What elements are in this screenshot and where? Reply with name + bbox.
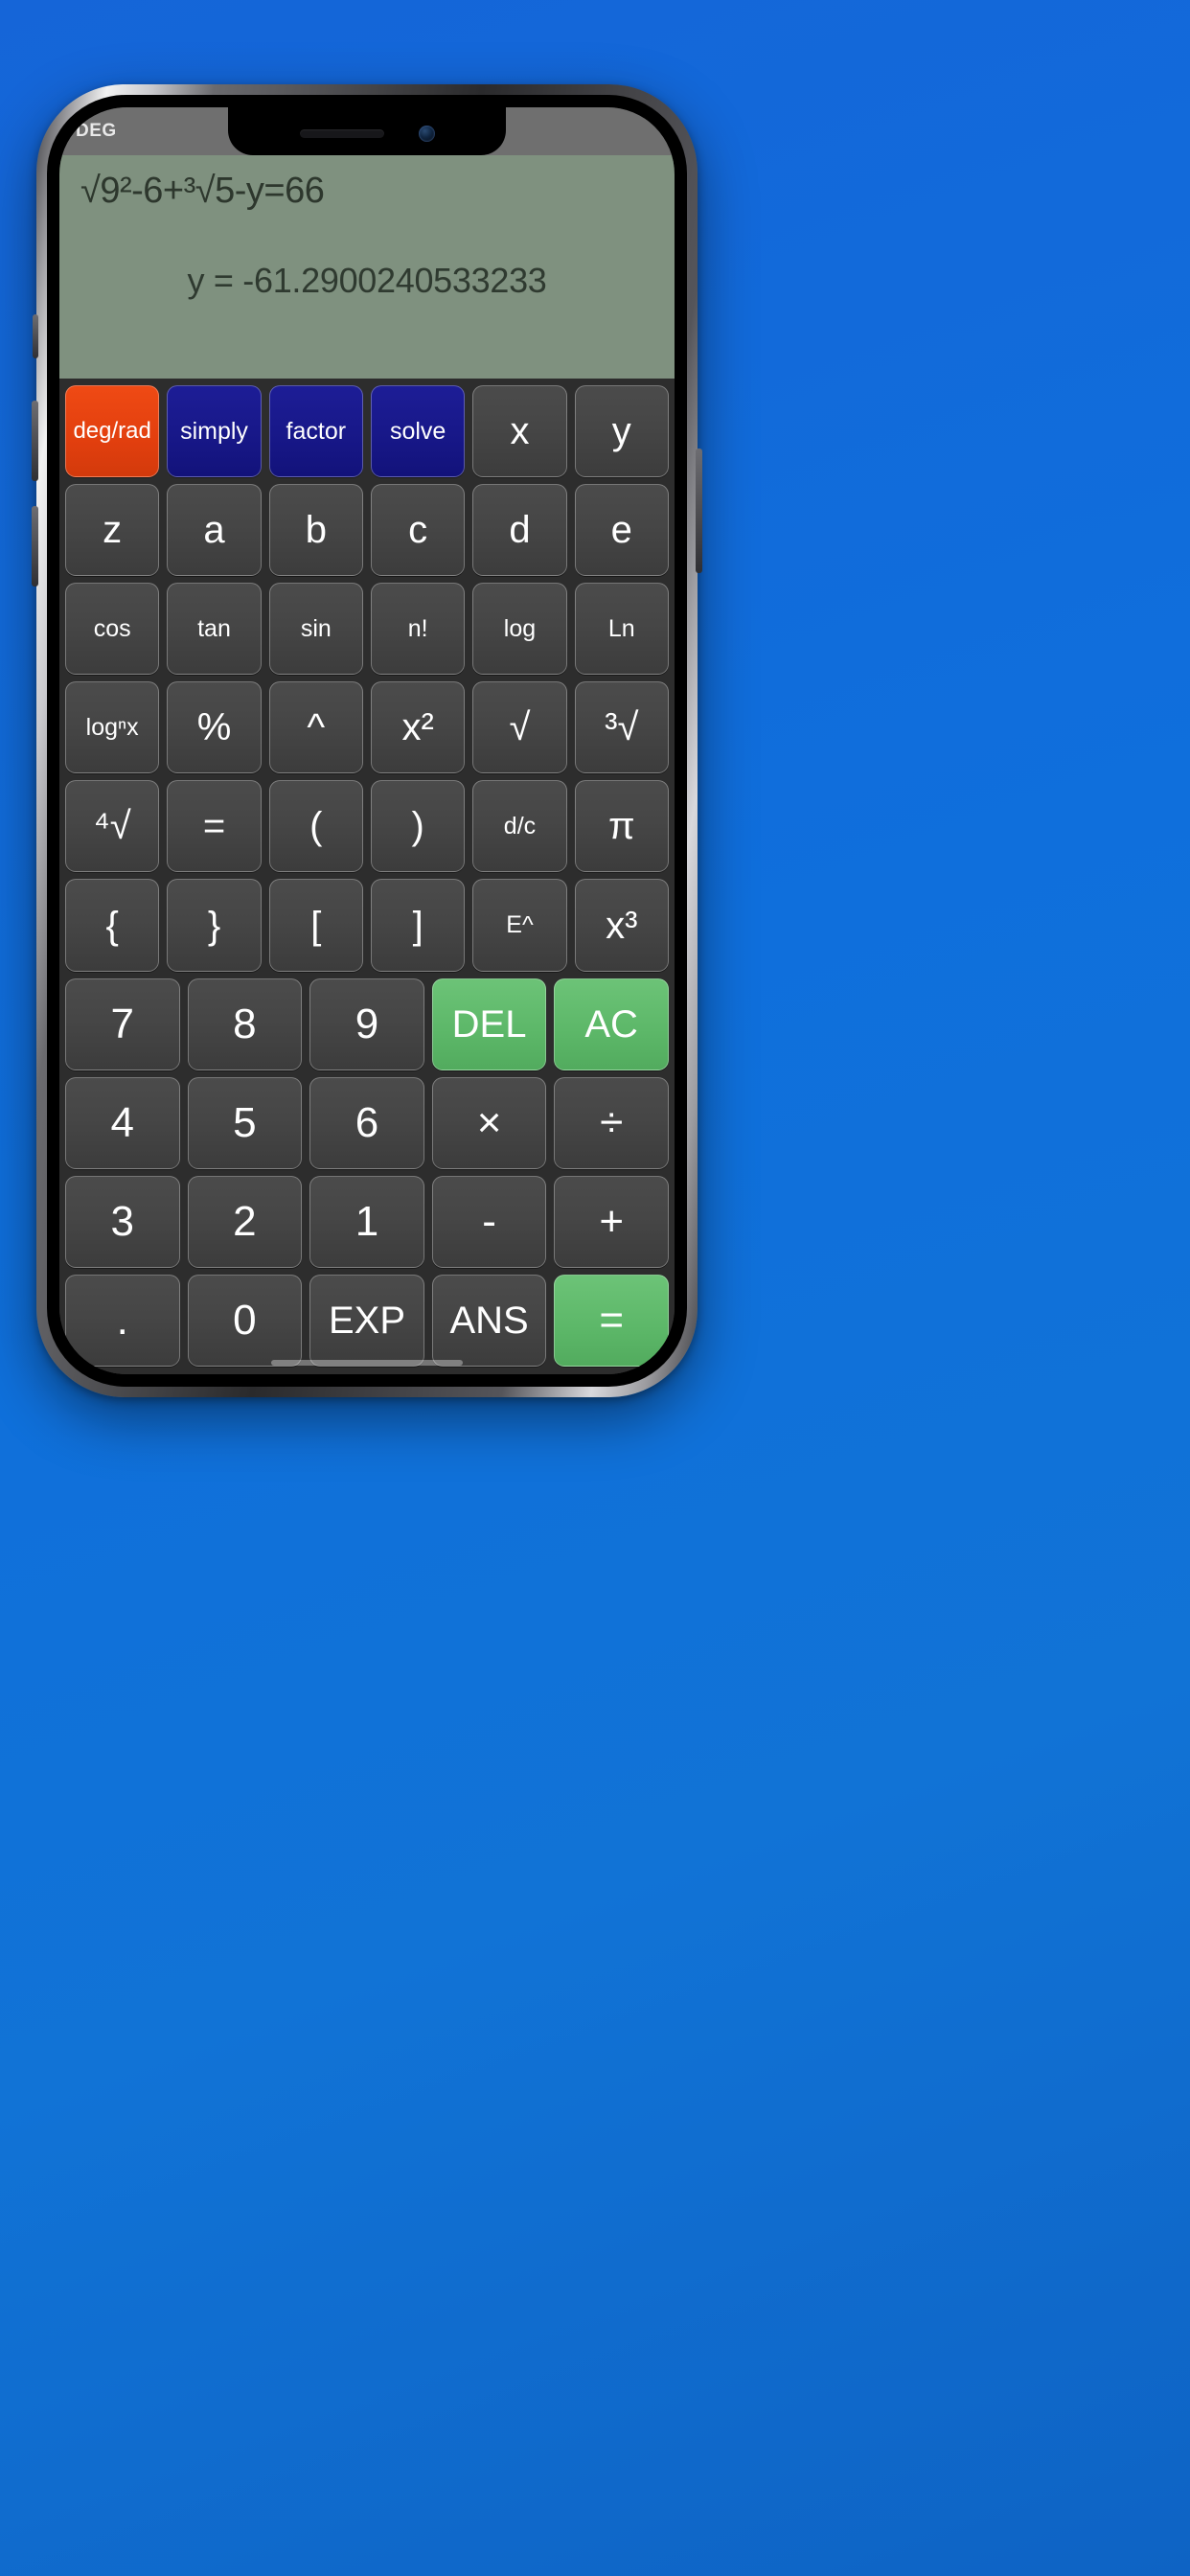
key-row: 3 2 1- + [65, 1175, 669, 1268]
key-row: 4 5 6 × ÷ [65, 1076, 669, 1169]
key-x-cubed[interactable]: x³ [574, 879, 669, 972]
key-square-root[interactable]: √ [472, 681, 567, 774]
key-4[interactable]: 4 [65, 1076, 180, 1169]
key-row: {}[] E^ x³ [65, 879, 669, 972]
key-brace-close[interactable]: } [167, 879, 262, 972]
key-log-n-x[interactable]: logⁿx [65, 681, 160, 774]
home-indicator[interactable] [271, 1360, 463, 1366]
key-row: 7 8 9 DEL AC [65, 978, 669, 1070]
key-9[interactable]: 9 [309, 978, 424, 1070]
calculator-display[interactable]: √9²-6+³√5-y=66 y = -61.2900240533233 [59, 155, 675, 379]
volume-down-button[interactable] [32, 506, 38, 586]
key-var-z[interactable]: z [65, 484, 160, 577]
key-ac[interactable]: AC [554, 978, 669, 1070]
earpiece-speaker-icon [299, 128, 384, 138]
key-bracket-open[interactable]: [ [268, 879, 363, 972]
key-6[interactable]: 6 [309, 1076, 424, 1169]
key-1[interactable]: 1 [309, 1175, 424, 1268]
key-var-d[interactable]: d [472, 484, 567, 577]
key-row: ⁴√ =() d/c π [65, 780, 669, 873]
key-row: cos tan sin n! log Ln [65, 583, 669, 676]
key-paren-close[interactable]: ) [370, 780, 466, 873]
key-sin[interactable]: sin [268, 583, 363, 676]
key-2[interactable]: 2 [187, 1175, 303, 1268]
key-divide[interactable]: ÷ [554, 1076, 669, 1169]
key-equals-insert[interactable]: = [167, 780, 262, 873]
key-var-e[interactable]: e [574, 484, 669, 577]
keypad: deg/rad simply factor solve x y z a b c d e cos tan si… [59, 379, 675, 1374]
key-power[interactable]: ^ [268, 681, 363, 774]
key-solve[interactable]: solve [370, 385, 466, 478]
key-pi[interactable]: π [574, 780, 669, 873]
phone-bezel: DEG √9²-6+³√5-y=66 y = -61.2900240533233… [47, 95, 687, 1387]
key-decimal-point[interactable]: . [65, 1274, 180, 1367]
key-factor[interactable]: factor [268, 385, 363, 478]
key-0[interactable]: 0 [187, 1274, 303, 1367]
key-brace-open[interactable]: { [65, 879, 160, 972]
key-x-squared[interactable]: x² [370, 681, 466, 774]
key-factorial[interactable]: n! [370, 583, 466, 676]
key-5[interactable]: 5 [187, 1076, 303, 1169]
key-row: deg/rad simply factor solve x y [65, 385, 669, 478]
key-multiply[interactable]: × [431, 1076, 547, 1169]
calculator-app: DEG √9²-6+³√5-y=66 y = -61.2900240533233… [59, 107, 675, 1374]
key-e-power[interactable]: E^ [472, 879, 567, 972]
volume-up-button[interactable] [32, 401, 38, 481]
key-bracket-close[interactable]: ] [370, 879, 466, 972]
power-button[interactable] [696, 448, 702, 573]
key-ans[interactable]: ANS [431, 1274, 547, 1367]
key-row: logⁿx% ^ x² √ ³√ [65, 681, 669, 774]
key-decimal-fraction[interactable]: d/c [472, 780, 567, 873]
front-camera-icon [418, 125, 435, 142]
key-tan[interactable]: tan [167, 583, 262, 676]
expression-text: √9²-6+³√5-y=66 [80, 171, 325, 211]
key-var-c[interactable]: c [370, 484, 466, 577]
key-row: zabcde [65, 484, 669, 577]
notch [228, 107, 506, 155]
key-minus[interactable]: - [431, 1175, 547, 1268]
key-cos[interactable]: cos [65, 583, 160, 676]
key-var-a[interactable]: a [167, 484, 262, 577]
key-ln[interactable]: Ln [574, 583, 669, 676]
result-text: y = -61.2900240533233 [187, 260, 547, 300]
phone-screen: DEG √9²-6+³√5-y=66 y = -61.2900240533233… [59, 107, 675, 1374]
key-var-b[interactable]: b [268, 484, 363, 577]
angle-mode-label: DEG [76, 121, 117, 141]
key-simply[interactable]: simply [167, 385, 262, 478]
key-var-x[interactable]: x [472, 385, 567, 478]
phone-frame: DEG √9²-6+³√5-y=66 y = -61.2900240533233… [32, 84, 702, 1397]
key-del[interactable]: DEL [431, 978, 547, 1070]
key-percent[interactable]: % [167, 681, 262, 774]
key-deg-rad[interactable]: deg/rad [65, 385, 160, 478]
key-3[interactable]: 3 [65, 1175, 180, 1268]
key-fourth-root[interactable]: ⁴√ [65, 780, 160, 873]
key-8[interactable]: 8 [187, 978, 303, 1070]
key-exp[interactable]: EXP [309, 1274, 424, 1367]
silent-switch-button[interactable] [33, 314, 38, 358]
key-equals[interactable]: = [554, 1274, 669, 1367]
key-paren-open[interactable]: ( [268, 780, 363, 873]
key-plus[interactable]: + [554, 1175, 669, 1268]
key-cube-root[interactable]: ³√ [574, 681, 669, 774]
key-log[interactable]: log [472, 583, 567, 676]
key-row: . 0 EXP ANS = [65, 1274, 669, 1367]
key-var-y[interactable]: y [574, 385, 669, 478]
key-7[interactable]: 7 [65, 978, 180, 1070]
